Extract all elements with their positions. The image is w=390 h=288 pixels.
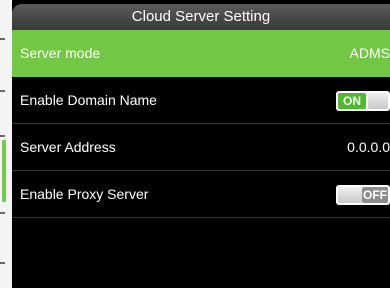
proxy-server-toggle[interactable]: OFF	[336, 185, 390, 205]
selection-indicator	[2, 140, 6, 202]
divider	[0, 212, 5, 214]
title-bar: Cloud Server Setting	[12, 4, 390, 30]
toggle-knob	[338, 187, 362, 203]
domain-name-toggle[interactable]: ON	[336, 91, 390, 111]
setting-row-enable-proxy-server[interactable]: Enable Proxy Server OFF	[12, 171, 390, 218]
device-screen: Cloud Server Setting Server mode ADMS En…	[12, 0, 390, 288]
setting-label: Enable Proxy Server	[20, 186, 149, 202]
toggle-state-label: ON	[338, 93, 366, 109]
setting-label: Server mode	[20, 45, 101, 61]
divider	[0, 262, 5, 264]
divider	[0, 135, 5, 137]
setting-value: 0.0.0.0	[347, 139, 390, 155]
page-title: Cloud Server Setting	[131, 8, 271, 25]
setting-row-server-address[interactable]: Server Address 0.0.0.0	[12, 124, 390, 171]
setting-row-server-mode[interactable]: Server mode ADMS	[12, 30, 390, 77]
toggle-knob	[368, 93, 388, 109]
divider	[0, 38, 5, 40]
background-window-edge	[0, 0, 12, 288]
toggle-state-label: OFF	[362, 187, 388, 203]
settings-list: Server mode ADMS Enable Domain Name ON S…	[12, 30, 390, 218]
divider	[0, 90, 5, 92]
setting-value: ADMS	[349, 45, 390, 61]
setting-label: Enable Domain Name	[20, 92, 157, 108]
setting-row-enable-domain-name[interactable]: Enable Domain Name ON	[12, 77, 390, 124]
setting-label: Server Address	[20, 139, 116, 155]
